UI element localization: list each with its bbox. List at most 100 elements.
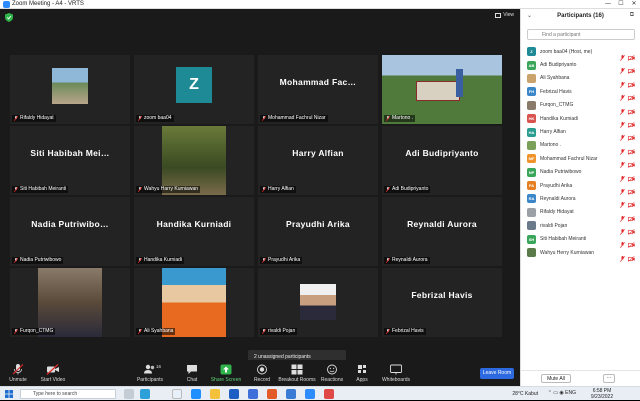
weather-status[interactable]: 28°C Kabut (512, 391, 538, 397)
participant-avatar (527, 140, 536, 150)
video-tile[interactable]: Wahyu Harry Kurniawan (134, 126, 254, 195)
tile-name-label: Reynaldi Aurora (384, 257, 430, 264)
participant-avatar (527, 100, 536, 110)
chrome-icon[interactable] (324, 389, 334, 399)
video-tile[interactable]: Martono . (382, 55, 502, 124)
tile-name: Wahyu Harry Kurniawan (144, 186, 199, 192)
windows-start-icon[interactable] (5, 390, 13, 398)
rifaldy-photo (52, 68, 88, 104)
folder-icon[interactable] (210, 389, 220, 399)
participant-row[interactable]: HK Handika Kurniadi (521, 112, 640, 128)
maximize-button[interactable]: ☐ (615, 0, 627, 9)
participants-label: Participants (136, 377, 164, 383)
leave-room-button[interactable]: Leave Room (480, 368, 514, 379)
participant-row[interactable]: MF Mohammad Fachrul Nizar (521, 152, 640, 169)
tile-name-label: Siti Habibah Meiranti (12, 186, 69, 193)
participant-row[interactable]: SH Siti Habibah Meiranti (521, 232, 640, 249)
video-tile[interactable]: Prayudhi Arika Prayudhi Arika (258, 197, 378, 266)
participant-row[interactable]: rivaldi Pojan (521, 219, 640, 236)
view-button[interactable]: View (495, 12, 514, 18)
tile-name: Ali Syahbana (144, 328, 174, 334)
participant-row[interactable]: Martono . (521, 139, 640, 155)
clock[interactable]: 6:58 PM 9/23/2022 (582, 388, 622, 400)
video-tile[interactable]: Furqon_CTMG (10, 268, 130, 337)
record-button[interactable]: Record (242, 364, 282, 383)
tile-name-label: Mohammad Fachrul Nizar (260, 115, 328, 122)
word-icon[interactable] (286, 389, 296, 399)
weather-app-icon[interactable] (140, 389, 150, 399)
participant-row[interactable]: Zzoom baa04 (Host, me) (521, 45, 640, 61)
participant-row[interactable]: Wahyu Herry Kurniawan (521, 246, 640, 262)
file-explorer-icon[interactable] (172, 389, 182, 399)
store-icon[interactable] (248, 389, 258, 399)
participant-avatar: AB (527, 60, 536, 70)
participants-panel-title: Participants (16) (557, 13, 604, 19)
participant-avatar (527, 221, 536, 231)
participant-row[interactable]: HA Harry Alfian (521, 125, 640, 142)
video-tile[interactable]: Rifaldy Hidayat (10, 55, 130, 124)
video-tile[interactable]: Siti Habibah Mei… Siti Habibah Meiranti (10, 126, 130, 195)
participant-row[interactable]: FH Febrizal Havis (521, 85, 640, 102)
video-off-icon (46, 364, 59, 375)
participants-icon (144, 364, 155, 374)
tile-avatar: Z (176, 67, 212, 103)
firefox-icon[interactable] (267, 389, 277, 399)
tile-name-label: Harry Alfian (260, 186, 296, 193)
video-tile[interactable]: Febrizal Havis Febrizal Havis (382, 268, 502, 337)
mic-muted-icon (138, 187, 142, 192)
task-view-icon[interactable] (124, 389, 134, 399)
system-icons[interactable]: ⌃ ▭ ◉ ENG (548, 390, 576, 396)
rivaldi-photo (300, 284, 336, 320)
participant-row[interactable]: Ali Syahbana (521, 72, 640, 88)
taskbar-search-box[interactable]: Type here to search (20, 389, 116, 399)
participant-row[interactable]: RA Reynaldi Aurora (521, 192, 640, 209)
close-button[interactable]: ✕ (628, 0, 640, 9)
video-tile[interactable]: Reynaldi Aurora Reynaldi Aurora (382, 197, 502, 266)
start-video-button[interactable]: Start Video (33, 364, 73, 383)
share-screen-icon (220, 364, 232, 375)
participant-avatar: Z (527, 47, 536, 57)
zoom-taskbar-icon[interactable] (305, 389, 315, 399)
tile-name-label: Wahyu Harry Kurniawan (136, 186, 201, 193)
video-tile[interactable]: Mohammad Fac… Mohammad Fachrul Nizar (258, 55, 378, 124)
breakout-rooms-button[interactable]: Breakout Rooms (277, 364, 317, 383)
video-tile[interactable]: Zzoom baa04 (134, 55, 254, 124)
video-tile[interactable]: Handika Kurniadi Handika Kurniadi (134, 197, 254, 266)
participant-avatar: NP (527, 167, 536, 177)
minimize-button[interactable]: — (602, 0, 614, 9)
participant-name: Ali Syahbana (540, 75, 570, 82)
participant-row[interactable]: PA Prayudhi Arika (521, 179, 640, 195)
participant-row[interactable]: Rifaldy Hidayat (521, 206, 640, 222)
tile-display-name: Harry Alfian (292, 148, 344, 158)
windows-taskbar: Type here to search 28°C Kabut ⌃ ▭ ◉ ENG… (0, 386, 640, 400)
participants-button[interactable]: 16 Participants (130, 364, 170, 383)
tile-name-label: Furqon_CTMG (12, 328, 56, 335)
video-tile[interactable]: Nadia Putriwibo… Nadia Putriwibowo (10, 197, 130, 266)
mail-icon[interactable] (229, 389, 239, 399)
participant-row[interactable]: NP Nadia Putriwibowo (521, 166, 640, 182)
participant-row[interactable]: Furqon_CTMG (521, 99, 640, 115)
participant-name: Adi Budipriyanto (540, 62, 577, 69)
participant-avatar (527, 207, 536, 217)
more-options-button[interactable]: ··· (603, 374, 615, 383)
edge-icon[interactable] (191, 389, 201, 399)
participant-name: Prayudhi Arika (540, 182, 573, 189)
find-participant-input[interactable] (527, 29, 635, 40)
video-tile[interactable]: rivaldi Pojan (258, 268, 378, 337)
mic-muted-icon (386, 116, 390, 121)
mic-muted-icon[interactable] (620, 249, 625, 267)
tile-name-label: Prayudhi Arika (260, 257, 303, 264)
share-screen-button[interactable]: Share Screen (206, 364, 246, 383)
tile-display-name: Mohammad Fac… (279, 77, 357, 87)
whiteboards-button[interactable]: Whiteboards (376, 364, 416, 383)
participant-name: Nadia Putriwibowo (540, 169, 582, 176)
participant-row[interactable]: AB Adi Budipriyanto (521, 58, 640, 75)
popout-panel-icon[interactable]: ⧉ (630, 12, 634, 19)
video-tile[interactable]: Ali Syahbana (134, 268, 254, 337)
participant-avatar: HK (527, 114, 536, 124)
video-tile[interactable]: Adi Budipriyanto Adi Budipriyanto (382, 126, 502, 195)
view-label: View (503, 12, 514, 18)
security-shield-icon[interactable] (5, 13, 13, 22)
video-tile[interactable]: Harry Alfian Harry Alfian (258, 126, 378, 195)
mute-all-button[interactable]: Mute All (541, 374, 571, 383)
